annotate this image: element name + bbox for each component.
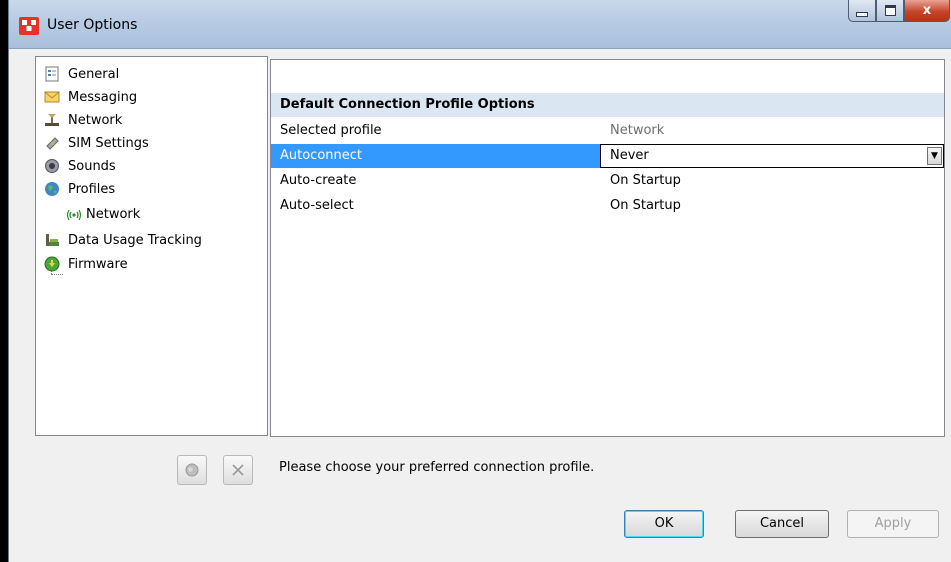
tree-item-label: Network xyxy=(86,206,141,222)
tree-item-label: Profiles xyxy=(68,181,116,197)
tree-item-sounds[interactable]: Sounds xyxy=(44,155,116,177)
tree-item-label: Messaging xyxy=(68,89,138,105)
network-icon xyxy=(45,114,59,126)
property-value: On Startup xyxy=(610,198,681,213)
tree-item-data-usage-tracking[interactable]: Data Usage Tracking xyxy=(44,229,202,251)
tree-item-profiles[interactable]: Profiles xyxy=(44,178,115,200)
maximize-icon xyxy=(884,5,896,16)
hint-text: Please choose your preferred connection … xyxy=(279,460,595,475)
window-controls: x xyxy=(848,0,950,24)
tree-item-label: SIM Settings xyxy=(68,135,149,151)
signal-icon xyxy=(66,209,82,221)
property-row-autoconnect[interactable]: Autoconnect Never ▼ xyxy=(271,144,944,168)
property-row-selected-profile[interactable]: Selected profile Network xyxy=(271,119,944,143)
tree-item-sim-settings[interactable]: SIM Settings xyxy=(44,132,149,154)
delete-profile-button[interactable] xyxy=(223,455,253,485)
cancel-button[interactable]: Cancel xyxy=(735,510,829,538)
maximize-button[interactable] xyxy=(876,0,904,22)
properties-panel: Default Connection Profile Options Selec… xyxy=(270,59,945,437)
property-value: On Startup xyxy=(610,173,681,188)
minimize-button[interactable] xyxy=(848,0,876,22)
minimize-icon xyxy=(856,12,868,17)
options-tree[interactable]: General Messaging Network SIM Settings S… xyxy=(35,56,268,436)
window-title: User Options xyxy=(47,17,138,33)
app-logo-icon xyxy=(19,17,39,35)
delete-icon xyxy=(232,464,244,476)
tree-item-label: General xyxy=(68,66,120,82)
tree-item-label: Firmware xyxy=(68,256,128,272)
envelope-icon xyxy=(44,91,60,103)
tree-item-network[interactable]: Network xyxy=(44,109,122,131)
tree-item-messaging[interactable]: Messaging xyxy=(44,86,137,108)
dropdown-arrow-icon[interactable]: ▼ xyxy=(927,147,942,165)
chart-icon xyxy=(46,234,59,246)
property-name: Autoconnect xyxy=(280,148,363,163)
property-name: Auto-select xyxy=(280,198,354,213)
tree-item-label: Network xyxy=(68,112,123,128)
title-bar[interactable]: User Options x xyxy=(9,0,951,49)
tree-item-profile-network[interactable]: Network xyxy=(66,203,140,225)
user-options-window: User Options x General Messaging Network… xyxy=(8,0,951,562)
download-icon xyxy=(44,256,60,272)
tree-item-label: Sounds xyxy=(68,158,116,174)
property-value: Network xyxy=(610,123,665,138)
autoconnect-dropdown[interactable]: Never ▼ xyxy=(600,144,944,168)
sim-icon xyxy=(46,137,59,150)
section-header: Default Connection Profile Options xyxy=(271,93,944,117)
property-row-auto-create[interactable]: Auto-create On Startup xyxy=(271,169,944,193)
new-profile-button[interactable] xyxy=(177,455,207,485)
apply-button[interactable]: Apply xyxy=(847,510,939,538)
property-name: Selected profile xyxy=(280,123,382,138)
property-name: Auto-create xyxy=(280,173,357,188)
speaker-icon xyxy=(45,159,59,173)
ok-button[interactable]: OK xyxy=(624,510,704,538)
tree-item-firmware[interactable]: Firmware xyxy=(44,253,128,275)
tree-item-label: Data Usage Tracking xyxy=(68,232,202,248)
close-button[interactable]: x xyxy=(904,0,950,22)
dropdown-value: Never xyxy=(610,148,649,163)
globe-icon xyxy=(45,182,59,196)
tree-item-general[interactable]: General xyxy=(44,63,119,85)
general-icon xyxy=(45,66,59,82)
property-row-auto-select[interactable]: Auto-select On Startup xyxy=(271,194,944,218)
profile-icon xyxy=(185,463,199,477)
close-icon: x xyxy=(922,3,932,18)
